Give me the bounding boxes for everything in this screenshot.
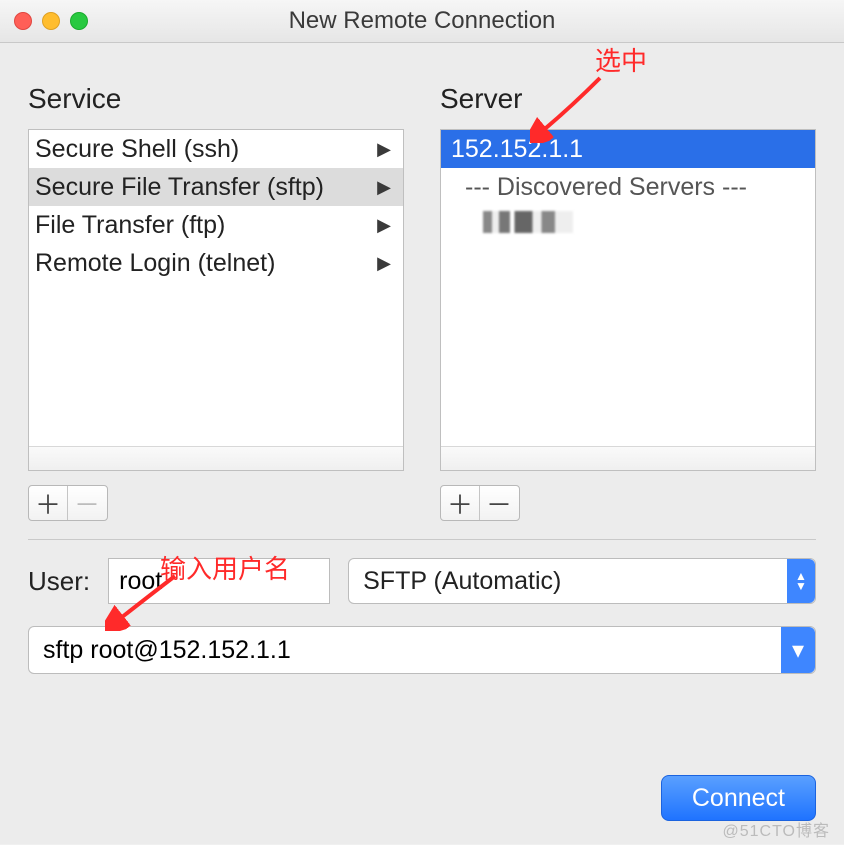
discovered-servers-header: --- Discovered Servers --- [441,168,815,206]
chevron-right-icon: ▶ [377,170,391,204]
list-footer [441,446,815,471]
connect-button[interactable]: Connect [661,775,816,821]
service-label: Secure Shell (ssh) [35,132,239,166]
service-plus-minus: ＋ － [28,485,108,521]
chevron-right-icon: ▶ [377,132,391,166]
command-input[interactable] [29,636,781,665]
titlebar: New Remote Connection [0,0,844,43]
separator [28,539,816,540]
service-label: Secure File Transfer (sftp) [35,170,324,204]
chevron-right-icon: ▶ [377,208,391,242]
server-item-selected[interactable]: 152.152.1.1 [441,130,815,168]
service-label: File Transfer (ftp) [35,208,225,242]
window-title: New Remote Connection [0,7,844,35]
remove-server-button[interactable]: － [479,486,518,520]
window: New Remote Connection Service Secure She… [0,0,844,844]
user-label: User: [28,566,90,597]
add-service-button[interactable]: ＋ [29,486,67,520]
service-item-ftp[interactable]: File Transfer (ftp) ▶ [29,206,403,244]
command-combo[interactable]: ▾ [28,626,816,674]
chevron-right-icon: ▶ [377,246,391,280]
service-item-sftp[interactable]: Secure File Transfer (sftp) ▶ [29,168,403,206]
service-item-ssh[interactable]: Secure Shell (ssh) ▶ [29,130,403,168]
add-server-button[interactable]: ＋ [441,486,479,520]
service-item-telnet[interactable]: Remote Login (telnet) ▶ [29,244,403,282]
remove-service-button[interactable]: － [67,486,106,520]
list-footer [29,446,403,471]
arrow-icon [530,73,610,143]
server-list[interactable]: 152.152.1.1 --- Discovered Servers --- [441,130,815,446]
service-header: Service [28,83,404,115]
connect-label: Connect [692,784,785,813]
watermark: @51CTO博客 [722,817,830,841]
protocol-value: SFTP (Automatic) [363,567,561,596]
updown-icon: ▲▼ [787,559,815,603]
server-header: Server [440,83,816,115]
server-list-frame: 152.152.1.1 --- Discovered Servers --- [440,129,816,471]
server-item-discovered[interactable] [441,206,815,244]
server-plus-minus: ＋ － [440,485,520,521]
arrow-icon [105,571,185,631]
service-list-frame: Secure Shell (ssh) ▶ Secure File Transfe… [28,129,404,471]
content: Service Secure Shell (ssh) ▶ Secure File… [0,43,844,845]
blurred-text [483,211,573,233]
service-label: Remote Login (telnet) [35,246,275,280]
service-list[interactable]: Secure Shell (ssh) ▶ Secure File Transfe… [29,130,403,446]
chevron-down-icon[interactable]: ▾ [781,627,815,673]
protocol-select[interactable]: SFTP (Automatic) ▲▼ [348,558,816,604]
